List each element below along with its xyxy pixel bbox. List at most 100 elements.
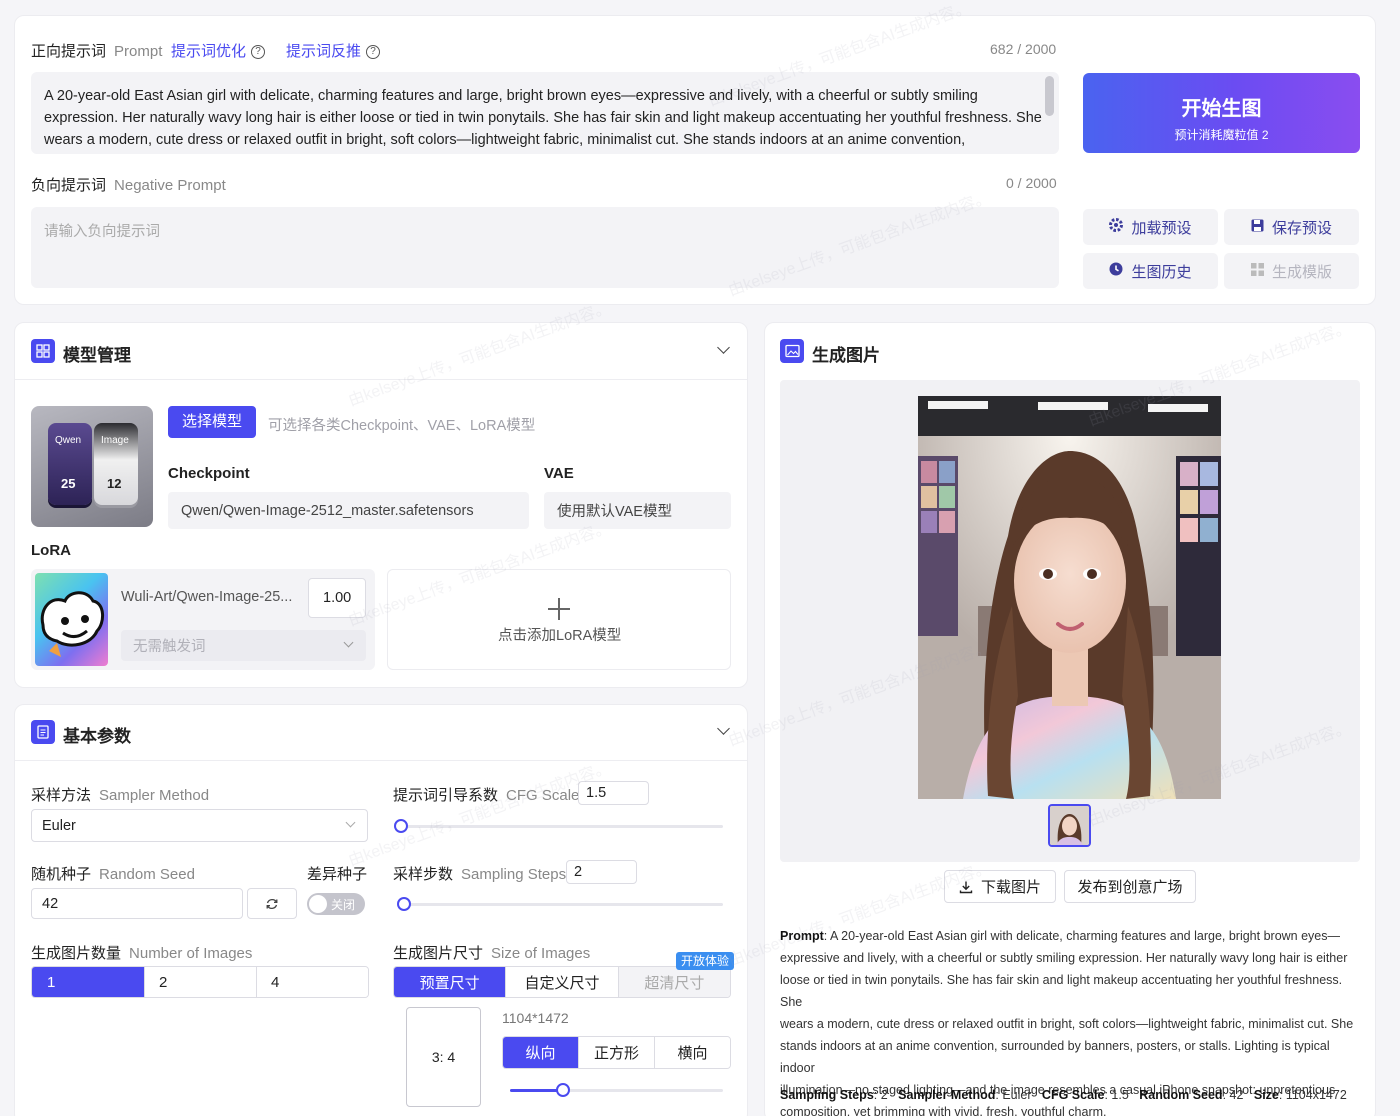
help-icon: ? (251, 45, 266, 60)
cfg-slider[interactable] (401, 825, 723, 828)
select-model-button[interactable]: 选择模型 (168, 406, 256, 438)
prompt-scrollbar[interactable] (1045, 76, 1054, 116)
checkpoint-label: Checkpoint (168, 465, 250, 482)
refresh-icon (266, 898, 278, 909)
random-seed-button[interactable] (247, 888, 297, 919)
sampler-label: 采样方法 Sampler Method (31, 787, 210, 804)
orientation-group: 纵向 正方形 横向 (502, 1036, 731, 1069)
document-icon (31, 720, 55, 744)
lora-mascot-icon (40, 591, 104, 657)
lora-weight-input[interactable]: 1.00 (308, 578, 366, 618)
size-tabs: 预置尺寸 自定义尺寸 超清尺寸 (393, 966, 731, 998)
ratio-label: 3: 4 (431, 1049, 456, 1065)
add-lora-label: 点击添加LoRA模型 (498, 628, 622, 644)
grid-icon (1250, 262, 1264, 280)
num-images-group: 1 2 4 (31, 966, 369, 998)
download-icon (959, 881, 973, 893)
help-icon: ? (366, 45, 381, 60)
checkpoint-field[interactable]: Qwen/Qwen-Image-2512_master.safetensors (168, 492, 529, 529)
cfg-label: 提示词引导系数 CFG Scale (393, 787, 580, 804)
prompt-count: 682 / 2000 (990, 41, 1057, 57)
prompt-text-line: loose or tied in twin ponytails. She has… (780, 973, 1343, 1009)
output-title: 生成图片 (812, 346, 880, 365)
thumb-label: 12 (107, 476, 122, 491)
gear-icon (1109, 218, 1124, 236)
thumb-label: Image (101, 435, 129, 446)
history-button[interactable]: 生图历史 (1083, 253, 1218, 289)
prompt-text-line: Prompt: A 20-year-old East Asian girl wi… (780, 929, 1341, 943)
generate-button[interactable]: 开始生图 预计消耗魔粒值 2 (1083, 73, 1360, 153)
toggle-text: 关闭 (331, 898, 356, 912)
model-title: 模型管理 (63, 346, 131, 365)
prompt-line: A 20-year-old East Asian girl with delic… (44, 88, 978, 104)
prompt-optimize-link[interactable]: 提示词优化? (171, 40, 266, 61)
image-thumbnail[interactable] (1048, 804, 1091, 847)
vae-field[interactable]: 使用默认VAE模型 (544, 492, 731, 529)
prompt-line: expression. Her naturally wavy long hair… (44, 110, 1042, 126)
lora-trigger-select[interactable]: 无需触发词 (121, 630, 366, 661)
lora-label: LoRA (31, 542, 71, 559)
tab-hd-size[interactable]: 超清尺寸 (618, 967, 730, 997)
orient-square[interactable]: 正方形 (579, 1037, 655, 1068)
tab-preset-size[interactable]: 预置尺寸 (394, 967, 507, 997)
thumb-label: 25 (61, 476, 76, 491)
seed-input[interactable]: 42 (31, 888, 243, 919)
negative-textarea[interactable]: 请输入负向提示词 (31, 207, 1059, 288)
prompt-textarea[interactable]: A 20-year-old East Asian girl with delic… (31, 72, 1059, 154)
lora-name: Wuli-Art/Qwen-Image-25... (121, 589, 293, 605)
prompt-text-line: stands indoors at an anime convention, s… (780, 1039, 1330, 1075)
orient-landscape[interactable]: 横向 (655, 1037, 730, 1068)
save-preset-button[interactable]: 保存预设 (1224, 209, 1359, 245)
size-label: 生成图片尺寸 Size of Images (393, 945, 591, 962)
prompt-label: 正向提示词 Prompt (31, 43, 163, 60)
generated-image[interactable] (918, 396, 1221, 799)
vae-label: VAE (544, 465, 574, 482)
prompt-text-line: wears a modern, cute dress or relaxed ou… (780, 1017, 1354, 1031)
download-button[interactable]: 下载图片 (944, 870, 1056, 903)
sampler-select[interactable]: Euler (31, 809, 368, 842)
steps-input[interactable]: 2 (566, 860, 637, 884)
model-hint: 可选择各类Checkpoint、VAE、LoRA模型 (268, 418, 536, 434)
negative-count: 0 / 2000 (1006, 175, 1057, 191)
num-option-1[interactable]: 1 (32, 967, 145, 997)
publish-button[interactable]: 发布到创意广场 (1064, 870, 1196, 903)
seed-label: 随机种子 Random Seed (31, 866, 195, 883)
size-value: 1104*1472 (502, 1010, 569, 1026)
cfg-slider-handle[interactable] (394, 819, 408, 833)
ratio-preview: 3: 4 (406, 1007, 481, 1107)
orient-portrait[interactable]: 纵向 (503, 1037, 579, 1068)
apps-icon (31, 339, 55, 363)
generate-subtitle: 预计消耗魔粒值 2 (1174, 128, 1269, 142)
prompt-line: wears a modern, cute dress or relaxed ou… (44, 132, 966, 148)
clock-icon (1109, 262, 1123, 280)
ratio-slider-fill (510, 1089, 564, 1092)
tab-custom-size[interactable]: 自定义尺寸 (506, 967, 619, 997)
load-preset-button[interactable]: 加载预设 (1083, 209, 1218, 245)
steps-label: 采样步数 Sampling Steps (393, 866, 567, 883)
save-icon (1251, 219, 1264, 236)
template-button[interactable]: 生成模版 (1224, 253, 1359, 289)
generate-title: 开始生图 (1181, 98, 1262, 120)
model-thumbnail[interactable]: Qwen Image 25 12 (31, 406, 153, 527)
open-trial-badge: 开放体验 (676, 952, 734, 970)
lora-thumbnail[interactable] (35, 573, 108, 666)
num-option-4[interactable]: 4 (257, 967, 368, 997)
steps-slider[interactable] (404, 903, 723, 906)
diff-seed-label: 差异种子 (307, 866, 368, 883)
num-option-2[interactable]: 2 (145, 967, 257, 997)
diff-seed-toggle[interactable]: 关闭 (307, 893, 365, 915)
params-title: 基本参数 (63, 727, 131, 746)
divider (15, 379, 747, 380)
thumb-label: Qwen (55, 435, 82, 446)
output-meta: Sampling Steps: 2 Sampler Method: Euler … (780, 1088, 1347, 1102)
prompt-reverse-link[interactable]: 提示词反推? (286, 40, 381, 61)
negative-label: 负向提示词 Negative Prompt (31, 177, 226, 194)
prompt-text-line: expressive and lively, with a cheerful o… (780, 951, 1348, 965)
steps-slider-handle[interactable] (397, 897, 411, 911)
image-icon (780, 339, 804, 363)
num-images-label: 生成图片数量 Number of Images (31, 945, 253, 962)
divider (15, 760, 747, 761)
negative-placeholder: 请输入负向提示词 (44, 224, 160, 240)
plus-icon (548, 598, 570, 620)
cfg-input[interactable]: 1.5 (578, 781, 649, 805)
